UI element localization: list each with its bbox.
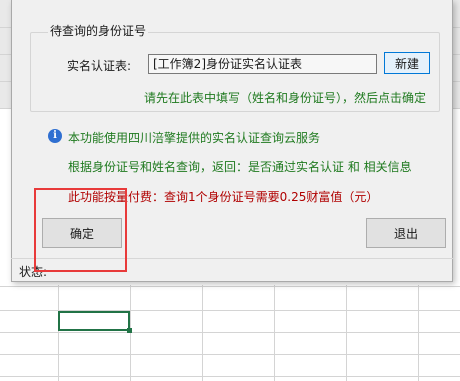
query-description: 根据身份证号和姓名查询，返回：是否通过实名认证 和 相关信息 [68, 160, 412, 174]
grid-line [202, 285, 203, 381]
fill-handle[interactable] [127, 328, 132, 333]
grid-line [346, 285, 347, 381]
grid-line [0, 286, 460, 287]
group-title: 待查询的身份证号 [48, 22, 149, 39]
grid-line [0, 332, 460, 333]
grid-line [0, 354, 460, 355]
info-icon: i [48, 129, 62, 143]
grid-line [58, 285, 59, 381]
grid-line [0, 376, 460, 377]
table-field[interactable]: [工作簿2]身份证实名认证表 [148, 54, 377, 74]
service-description: 本功能使用四川涪擎提供的实名认证查询云服务 [68, 131, 321, 145]
grid-line [274, 285, 275, 381]
fill-hint: 请先在此表中填写（姓名和身份证号），然后点击确定 [144, 91, 427, 105]
table-label: 实名认证表: [67, 59, 132, 73]
grid-line [130, 285, 131, 381]
new-button[interactable]: 新建 [384, 52, 430, 74]
selected-cell[interactable] [58, 311, 130, 331]
highlight-box [34, 188, 127, 272]
grid-line [418, 285, 419, 381]
exit-button[interactable]: 退出 [366, 218, 446, 248]
